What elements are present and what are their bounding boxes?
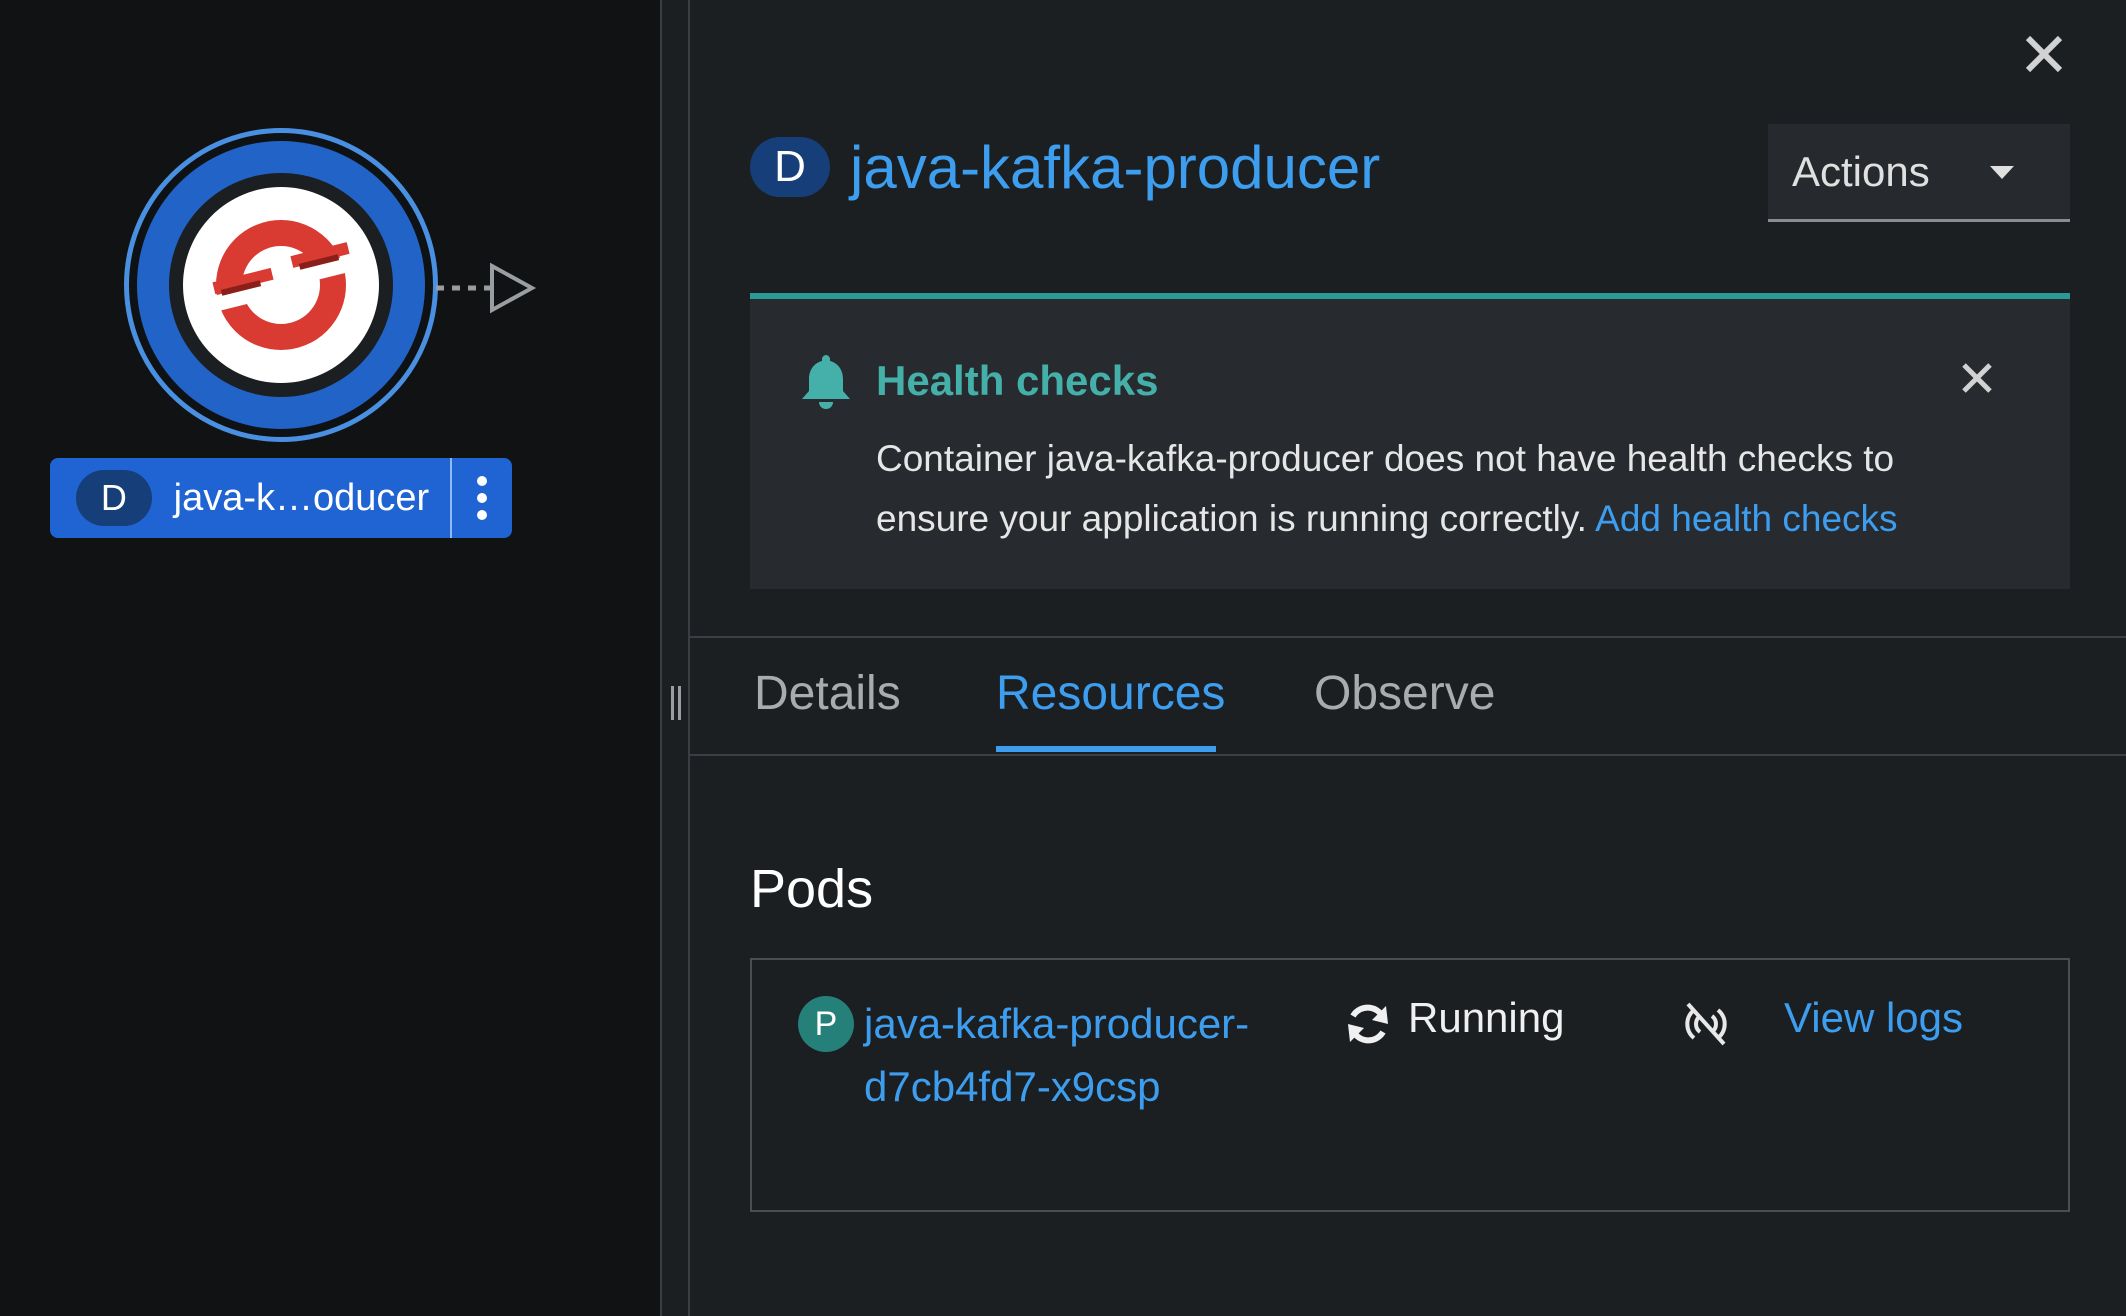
actions-dropdown[interactable]: Actions [1768,124,2070,222]
node-inner-ring [169,173,393,397]
network-disconnected-icon [1685,1002,1727,1046]
node-label-text: java-k…oducer [173,476,430,519]
openshift-logo-icon [209,220,353,350]
side-panel: D java-kafka-producer Actions Health che… [690,0,2126,1316]
add-health-checks-link[interactable]: Add health checks [1595,498,1897,539]
pods-list: P java-kafka-producer-d7cb4fd7-x9csp Run… [750,958,2070,1212]
pods-heading: Pods [750,859,874,919]
alert-title: Health checks [876,357,1159,404]
tab-bar: Details Resources Observe [690,636,2126,756]
node-outer-ring [137,141,425,429]
drag-handle-icon[interactable] [670,686,682,720]
tab-observe[interactable]: Observe [1314,666,1495,721]
tab-resources[interactable]: Resources [996,666,1225,721]
panel-resize-splitter[interactable] [660,0,690,1316]
topology-canvas[interactable]: D java-k…oducer [0,0,660,1316]
node-icon-background [183,187,379,383]
app-root: D java-k…oducer D java-kafka-producer Ac… [0,0,2126,1316]
alert-body: Container java-kafka-producer does not h… [876,429,2016,549]
alert-close-icon[interactable] [1960,361,1994,395]
pod-badge: P [798,996,854,1052]
node-label[interactable]: D java-k…oducer [50,458,512,538]
sync-icon [1348,1004,1388,1044]
pod-status: Running [1408,994,1565,1041]
deployment-badge: D [76,470,152,526]
view-logs-link[interactable]: View logs [1784,994,1963,1042]
deployment-badge: D [750,137,830,197]
bell-icon [802,355,850,409]
close-icon[interactable] [2020,30,2068,78]
pod-name-link[interactable]: java-kafka-producer-d7cb4fd7-x9csp [864,992,1284,1118]
kebab-menu-icon[interactable] [452,458,512,538]
page-title[interactable]: java-kafka-producer [850,133,1380,202]
panel-header: D java-kafka-producer [750,124,1380,210]
tab-details[interactable]: Details [754,666,901,721]
actions-label: Actions [1792,147,1930,195]
active-tab-indicator [996,746,1216,752]
caret-down-icon [1990,166,2014,179]
connector-arrow-icon[interactable] [436,262,540,314]
deployment-node[interactable] [124,128,438,442]
health-checks-alert: Health checks Container java-kafka-produ… [750,293,2070,589]
